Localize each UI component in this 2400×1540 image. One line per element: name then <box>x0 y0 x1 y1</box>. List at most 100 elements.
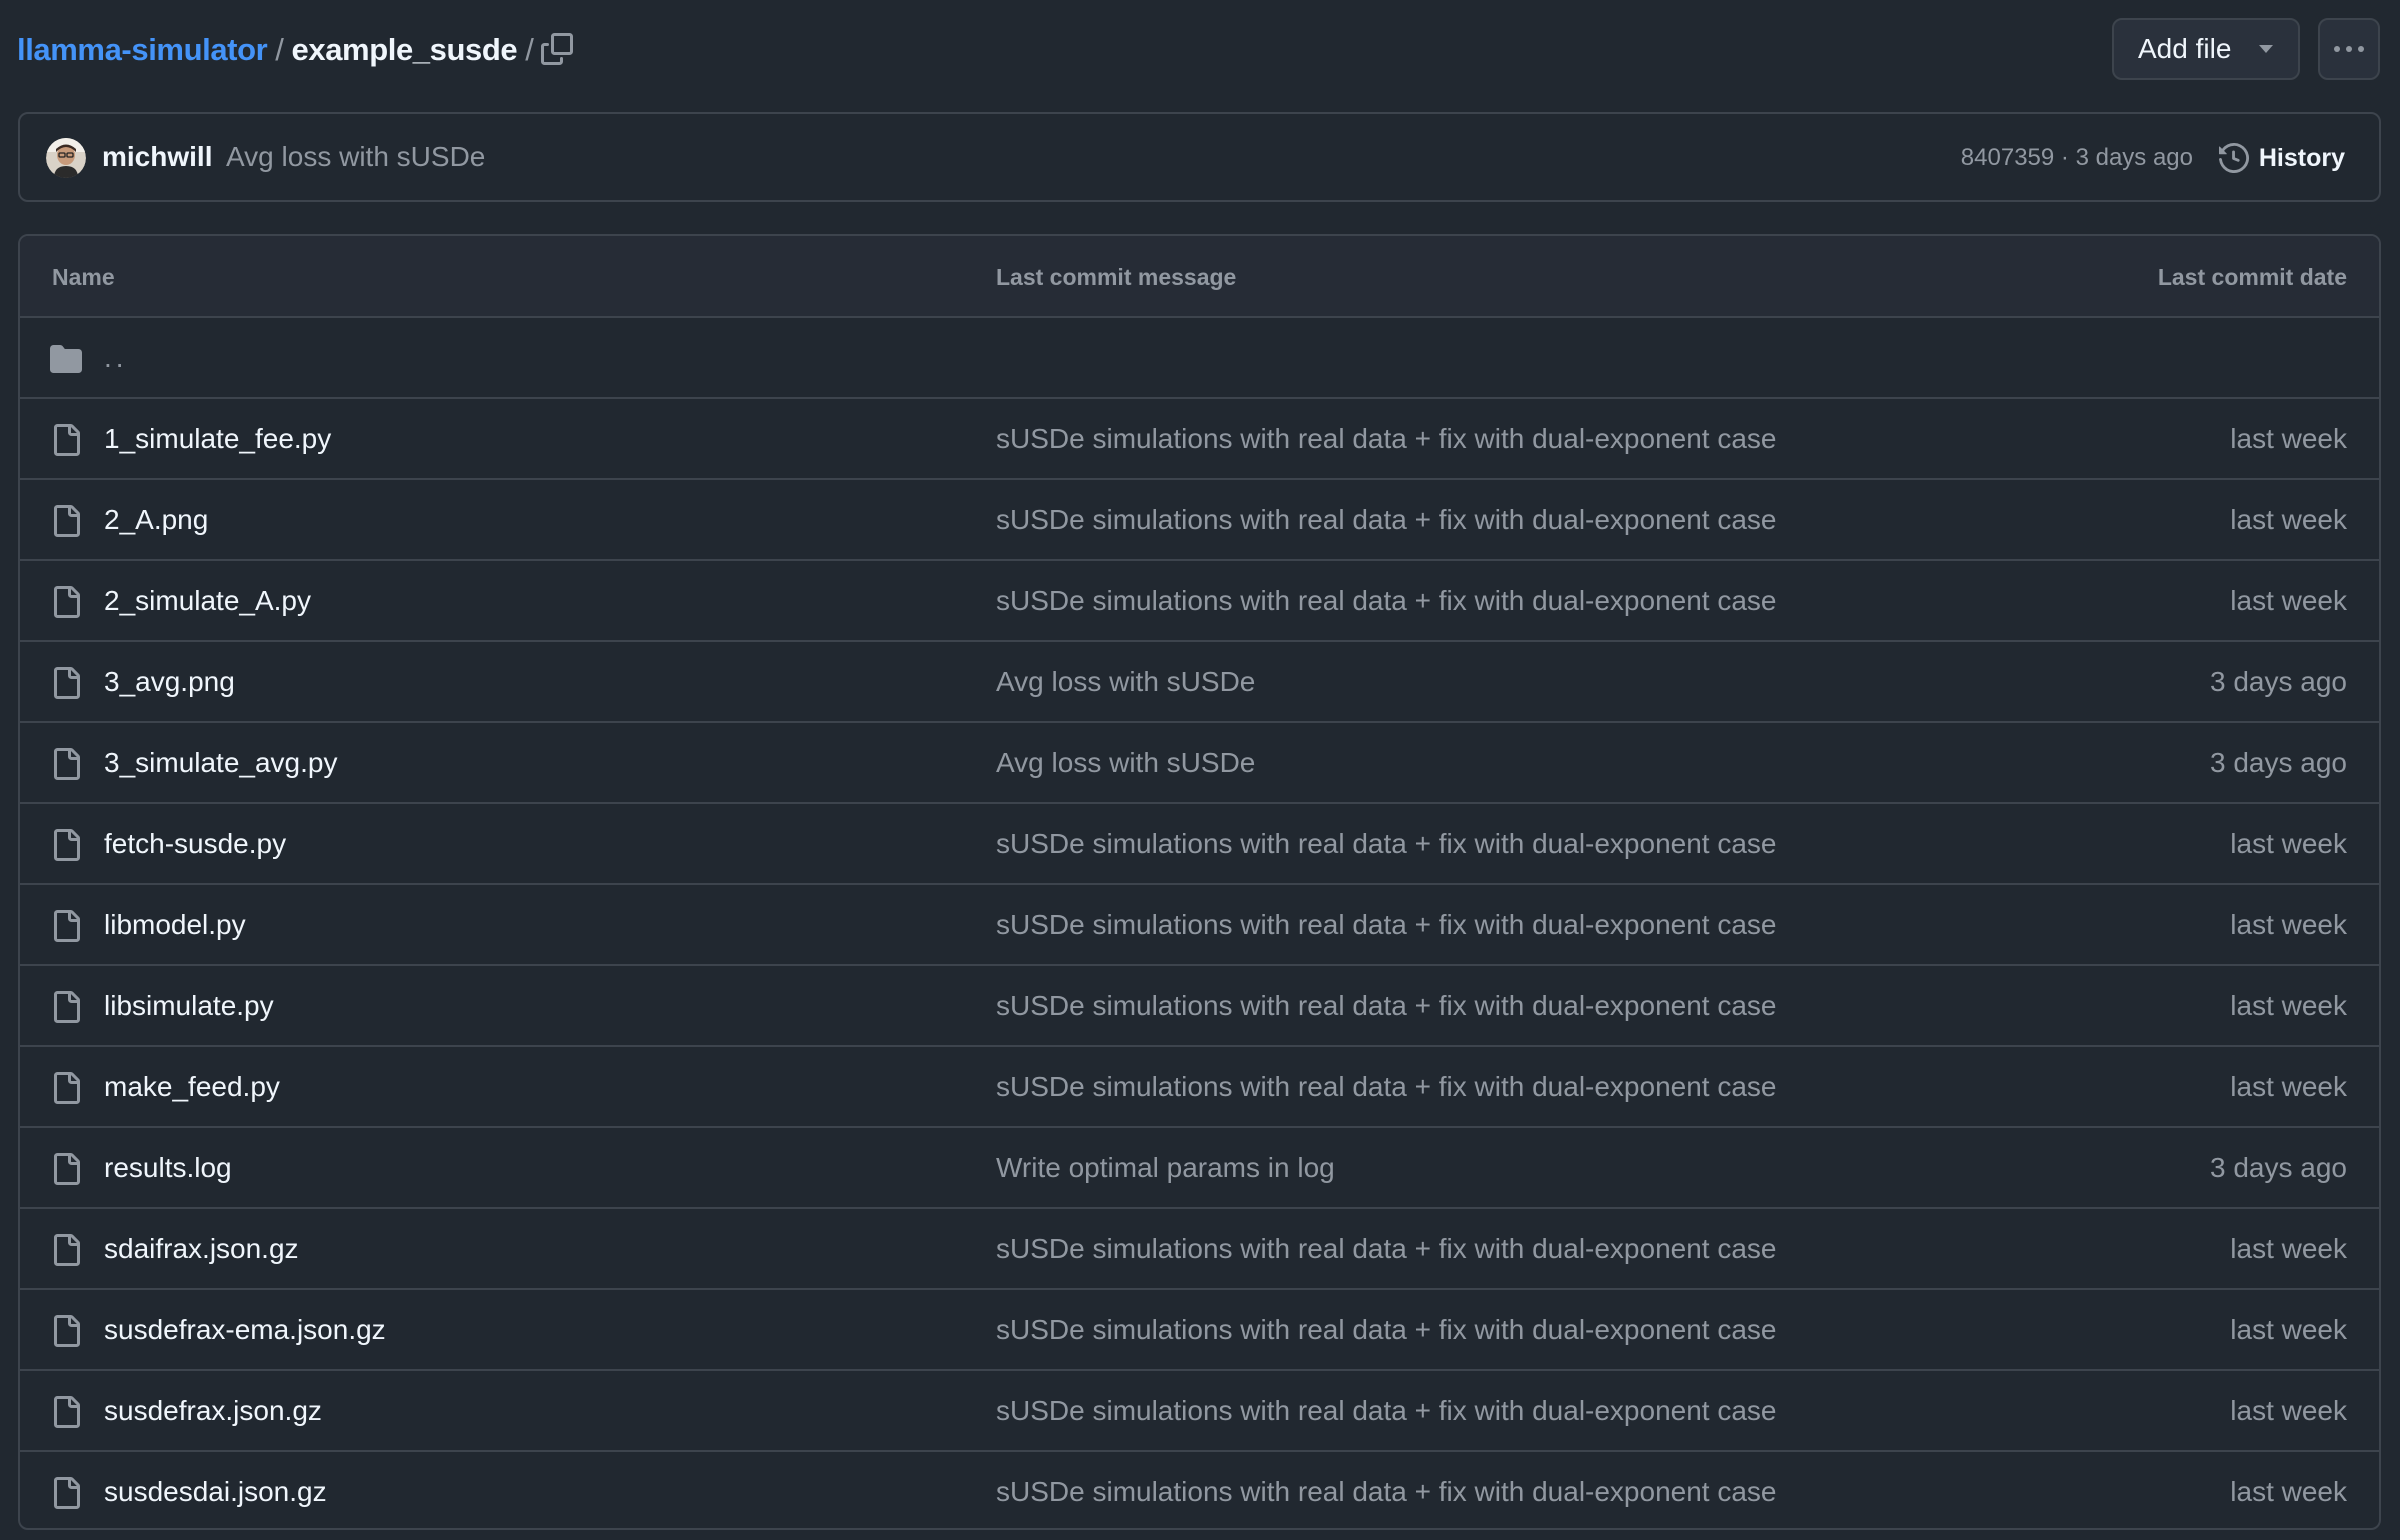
commit-date: last week <box>2230 585 2347 616</box>
commit-date: 3 days ago <box>2210 1152 2347 1183</box>
table-row[interactable]: results.log Write optimal params in log … <box>20 1128 2379 1209</box>
table-row[interactable]: sdaifrax.json.gz sUSDe simulations with … <box>20 1209 2379 1290</box>
commit-message-link[interactable]: sUSDe simulations with real data + fix w… <box>996 1395 1777 1427</box>
parent-directory-row[interactable]: .. <box>20 318 2379 399</box>
parent-directory-link[interactable]: .. <box>104 342 128 374</box>
more-options-button[interactable] <box>2318 18 2380 80</box>
copy-icon <box>541 33 573 65</box>
file-icon <box>54 586 80 618</box>
table-row[interactable]: 3_avg.png Avg loss with sUSDe 3 days ago <box>20 642 2379 723</box>
file-icon <box>54 910 80 942</box>
commit-meta: 8407359 · 3 days ago <box>1961 144 2193 172</box>
commit-message-link[interactable]: sUSDe simulations with real data + fix w… <box>996 504 1777 536</box>
commit-date: 3 days ago <box>2210 747 2347 778</box>
table-row[interactable]: fetch-susde.py sUSDe simulations with re… <box>20 804 2379 885</box>
commit-date: last week <box>2230 1395 2347 1426</box>
commit-message-link[interactable]: sUSDe simulations with real data + fix w… <box>996 585 1777 617</box>
breadcrumb-repo-link[interactable]: llamma-simulator <box>17 32 268 68</box>
file-name-link[interactable]: 3_simulate_avg.py <box>104 747 337 779</box>
file-name-link[interactable]: make_feed.py <box>104 1071 280 1103</box>
commit-message-link[interactable]: sUSDe simulations with real data + fix w… <box>996 1233 1777 1265</box>
commit-message-link[interactable]: Avg loss with sUSDe <box>996 666 1255 698</box>
avatar[interactable] <box>46 138 86 178</box>
file-icon <box>54 1315 80 1347</box>
file-name-link[interactable]: 2_simulate_A.py <box>104 585 311 617</box>
commit-date: last week <box>2230 1233 2347 1264</box>
file-name-link[interactable]: libmodel.py <box>104 909 246 941</box>
table-row[interactable]: susdefrax.json.gz sUSDe simulations with… <box>20 1371 2379 1452</box>
history-button[interactable]: History <box>2218 138 2345 178</box>
table-row[interactable]: make_feed.py sUSDe simulations with real… <box>20 1047 2379 1128</box>
table-row[interactable]: 2_simulate_A.py sUSDe simulations with r… <box>20 561 2379 642</box>
table-row[interactable]: 3_simulate_avg.py Avg loss with sUSDe 3 … <box>20 723 2379 804</box>
file-table: Name Last commit message Last commit dat… <box>18 234 2381 1530</box>
commit-message-link[interactable]: sUSDe simulations with real data + fix w… <box>996 990 1777 1022</box>
breadcrumb-separator: / <box>275 32 284 67</box>
file-icon <box>54 1396 80 1428</box>
commit-date: last week <box>2230 828 2347 859</box>
commit-message-link[interactable]: sUSDe simulations with real data + fix w… <box>996 909 1777 941</box>
commit-message-link[interactable]: sUSDe simulations with real data + fix w… <box>996 1476 1777 1508</box>
latest-commit-bar: michwill Avg loss with sUSDe 8407359 · 3… <box>18 112 2381 202</box>
triangle-down-icon <box>2259 45 2274 53</box>
commit-date: last week <box>2230 990 2347 1021</box>
table-row[interactable]: libsimulate.py sUSDe simulations with re… <box>20 966 2379 1047</box>
file-name-link[interactable]: fetch-susde.py <box>104 828 286 860</box>
commit-time: 3 days ago <box>2075 144 2193 171</box>
commit-sha-link[interactable]: 8407359 <box>1961 144 2054 171</box>
table-row[interactable]: 1_simulate_fee.py sUSDe simulations with… <box>20 399 2379 480</box>
commit-message-link[interactable]: sUSDe simulations with real data + fix w… <box>996 423 1777 455</box>
file-name-link[interactable]: libsimulate.py <box>104 990 274 1022</box>
top-bar: llamma-simulator / example_susde / Add f… <box>0 0 2400 100</box>
file-name-link[interactable]: susdefrax-ema.json.gz <box>104 1314 386 1346</box>
breadcrumb-current-directory: example_susde <box>291 32 518 67</box>
file-icon <box>54 505 80 537</box>
repo-directory-page: llamma-simulator / example_susde / Add f… <box>0 0 2400 1540</box>
breadcrumb-trailing-separator: / <box>525 32 534 67</box>
table-row[interactable]: susdefrax-ema.json.gz sUSDe simulations … <box>20 1290 2379 1371</box>
file-icon <box>54 1477 80 1509</box>
commit-message-link[interactable]: Write optimal params in log <box>996 1152 1335 1184</box>
commit-date: last week <box>2230 504 2347 535</box>
file-rows: 1_simulate_fee.py sUSDe simulations with… <box>20 399 2379 1528</box>
file-icon <box>54 1072 80 1104</box>
commit-message-link[interactable]: sUSDe simulations with real data + fix w… <box>996 1071 1777 1103</box>
copy-path-button[interactable] <box>536 28 578 70</box>
file-icon <box>54 829 80 861</box>
commit-date: last week <box>2230 1071 2347 1102</box>
commit-author-link[interactable]: michwill <box>102 141 212 173</box>
commit-date: 3 days ago <box>2210 666 2347 697</box>
file-icon <box>54 1153 80 1185</box>
commit-date: last week <box>2230 1476 2347 1507</box>
table-row[interactable]: libmodel.py sUSDe simulations with real … <box>20 885 2379 966</box>
commit-date: last week <box>2230 909 2347 940</box>
commit-message-link[interactable]: Avg loss with sUSDe <box>996 747 1255 779</box>
file-name-link[interactable]: susdefrax.json.gz <box>104 1395 322 1427</box>
file-name-link[interactable]: sdaifrax.json.gz <box>104 1233 299 1265</box>
commit-message-link[interactable]: Avg loss with sUSDe <box>226 141 485 173</box>
commit-message-link[interactable]: sUSDe simulations with real data + fix w… <box>996 828 1777 860</box>
history-icon <box>2218 143 2249 173</box>
table-header: Name Last commit message Last commit dat… <box>20 236 2379 318</box>
avatar-image <box>46 138 86 178</box>
commit-message-link[interactable]: sUSDe simulations with real data + fix w… <box>996 1314 1777 1346</box>
add-file-label: Add file <box>2138 33 2232 64</box>
table-row[interactable]: susdesdai.json.gz sUSDe simulations with… <box>20 1452 2379 1528</box>
kebab-dot <box>2358 46 2364 52</box>
header-last-commit-message: Last commit message <box>996 264 1237 290</box>
add-file-button[interactable]: Add file <box>2112 18 2300 80</box>
file-icon <box>54 424 80 456</box>
file-name-link[interactable]: 2_A.png <box>104 504 208 536</box>
file-icon <box>54 991 80 1023</box>
commit-meta-separator: · <box>2060 144 2069 171</box>
file-name-link[interactable]: 3_avg.png <box>104 666 235 698</box>
header-last-commit-date: Last commit date <box>2157 264 2347 290</box>
file-name-link[interactable]: susdesdai.json.gz <box>104 1476 327 1508</box>
commit-date: last week <box>2230 423 2347 454</box>
history-label: History <box>2258 143 2345 172</box>
kebab-horizontal-icon <box>2334 46 2340 52</box>
file-name-link[interactable]: results.log <box>104 1152 232 1184</box>
commit-date: last week <box>2230 1314 2347 1345</box>
file-name-link[interactable]: 1_simulate_fee.py <box>104 423 331 455</box>
table-row[interactable]: 2_A.png sUSDe simulations with real data… <box>20 480 2379 561</box>
